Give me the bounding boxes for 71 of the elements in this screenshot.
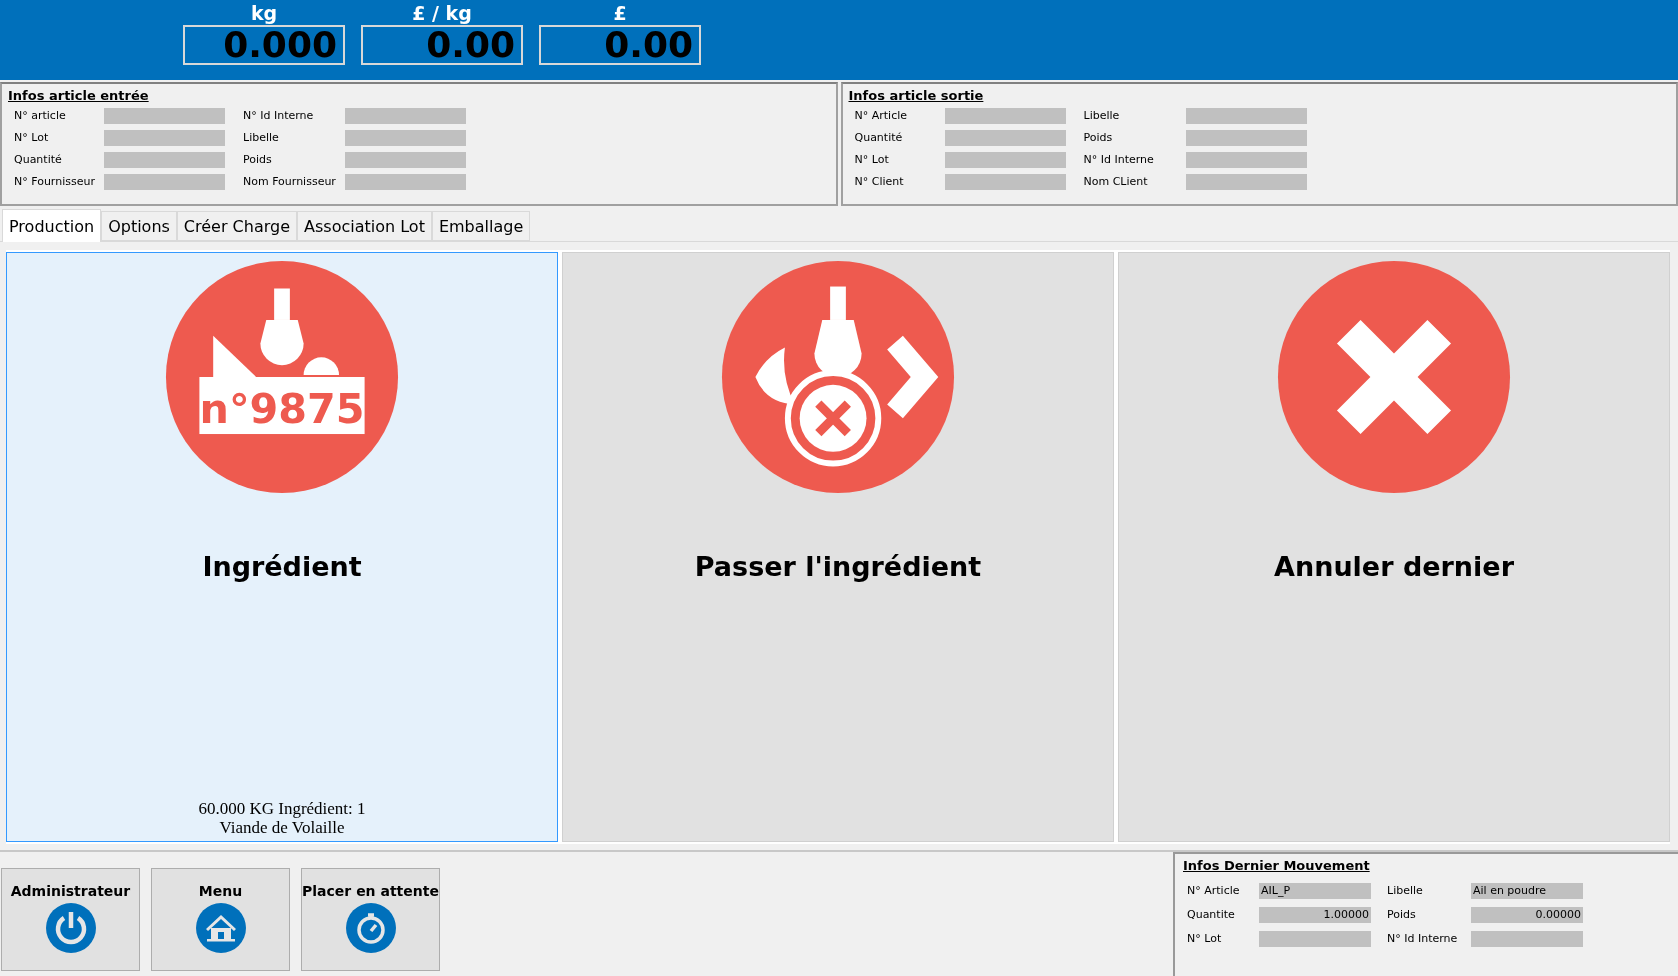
readout-display: 0.00 — [361, 25, 523, 65]
lot-number: n°9875 — [199, 385, 365, 434]
tab[interactable]: Créer Charge — [176, 211, 298, 241]
tab[interactable]: Production — [2, 209, 102, 242]
tab[interactable]: Emballage — [431, 211, 531, 241]
field-label: Poids — [242, 152, 272, 168]
field-label: Quantité — [14, 152, 62, 168]
input-field[interactable] — [345, 130, 466, 146]
field-label: Libelle — [1082, 108, 1120, 124]
field-label: Poids — [1386, 907, 1416, 923]
field-label: N° Lot — [1187, 931, 1222, 947]
panel-title: Infos article sortie — [848, 88, 985, 103]
input-field[interactable]: Ail en poudre — [1471, 883, 1583, 899]
input-field[interactable]: AIL_P — [1259, 883, 1371, 899]
field-label: N° Article — [854, 108, 907, 124]
input-field[interactable] — [944, 130, 1066, 146]
home-icon — [195, 903, 246, 953]
unit-label: £ / kg — [412, 1, 472, 25]
input-field[interactable]: 1.00000 — [1259, 907, 1371, 923]
skip-ingredient-icon — [721, 260, 955, 494]
input-field[interactable]: 0.00000 — [1471, 907, 1583, 923]
input-field[interactable] — [1185, 108, 1307, 124]
unit-label: kg — [250, 1, 278, 25]
field-label: N° Id Interne — [1386, 931, 1458, 947]
hold-button[interactable]: Placer en attente — [301, 868, 440, 971]
input-field[interactable] — [345, 152, 466, 168]
unit-label: £ — [613, 1, 627, 25]
input-field[interactable] — [104, 130, 225, 146]
field-label: N° Fournisseur — [14, 174, 95, 190]
input-field[interactable] — [944, 174, 1066, 190]
field-label: N° Id Interne — [242, 108, 314, 124]
input-field[interactable] — [104, 108, 225, 124]
field-label: N° Client — [854, 174, 904, 190]
field-label: N° Lot — [14, 130, 49, 146]
field-label: N° Lot — [854, 152, 889, 168]
action-tile[interactable]: n°9875 Ingrédient 60.000 KG Ingrédient: 1 Viande de Volaille — [6, 252, 558, 842]
field-label: Poids — [1082, 130, 1113, 146]
readout-display: 0.000 — [183, 25, 345, 65]
field-label: N° Id Interne — [1082, 152, 1154, 168]
readout-display: 0.00 — [539, 25, 701, 65]
input-field[interactable] — [944, 152, 1066, 168]
field-label: Nom CLient — [1082, 174, 1148, 190]
panel-title: Infos article entrée — [8, 88, 150, 103]
field-label: N° Article — [1187, 883, 1240, 899]
input-field[interactable] — [104, 174, 225, 190]
menu-button[interactable]: Menu — [151, 868, 290, 971]
tab[interactable]: Options — [101, 211, 177, 241]
action-tile[interactable]: Passer l'ingrédient — [562, 252, 1114, 842]
admin-button[interactable]: Administrateur — [1, 868, 140, 971]
field-label: Quantite — [1187, 907, 1235, 923]
input-field[interactable] — [345, 108, 466, 124]
input-field[interactable] — [1185, 152, 1307, 168]
close-icon — [1277, 260, 1511, 494]
input-field[interactable] — [1185, 130, 1307, 146]
panel-title: Infos Dernier Mouvement — [1183, 858, 1371, 873]
field-label: N° article — [14, 108, 66, 124]
input-field[interactable] — [345, 174, 466, 190]
tab[interactable]: Association Lot — [297, 211, 432, 241]
field-label: Libelle — [242, 130, 279, 146]
action-tile[interactable]: Annuler dernier — [1118, 252, 1670, 842]
stopwatch-icon — [345, 903, 396, 953]
input-field[interactable] — [944, 108, 1066, 124]
input-field[interactable] — [1185, 174, 1307, 190]
input-field[interactable] — [1471, 931, 1583, 947]
power-icon — [45, 903, 96, 953]
field-label: Quantité — [854, 130, 903, 146]
input-field[interactable] — [104, 152, 225, 168]
input-field[interactable] — [1259, 931, 1371, 947]
field-label: Nom Fournisseur — [242, 174, 336, 190]
field-label: Libelle — [1386, 883, 1423, 899]
ingredient-label-icon — [165, 260, 399, 494]
